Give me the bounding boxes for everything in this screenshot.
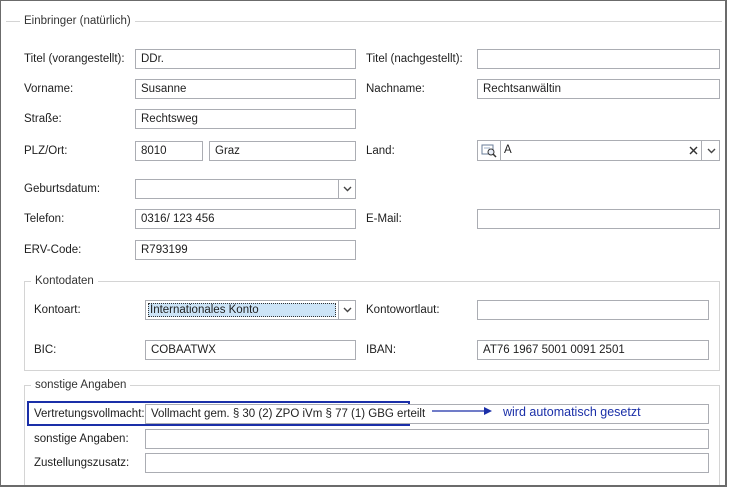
kontoart-label: Kontoart:: [34, 304, 81, 316]
land-value: A: [504, 144, 512, 156]
telefon-label: Telefon:: [24, 213, 65, 225]
iban-label: IBAN:: [366, 344, 397, 356]
clear-icon[interactable]: [685, 141, 701, 160]
plz-ort-label: PLZ/Ort:: [24, 145, 68, 157]
titel-nach-input[interactable]: [477, 49, 720, 69]
vorname-input[interactable]: Susanne: [135, 79, 356, 99]
kontoart-select[interactable]: Internationales Konto: [145, 300, 356, 320]
email-label: E-Mail:: [366, 213, 402, 225]
telefon-input[interactable]: 0316/ 123 456: [135, 209, 356, 229]
sonstige-angaben-input[interactable]: [145, 429, 709, 449]
titel-vor-input[interactable]: DDr.: [135, 49, 356, 69]
vollmacht-value: Vollmacht gem. § 30 (2) ZPO iVm § 77 (1)…: [151, 408, 426, 420]
geburtsdatum-chevron-down-icon[interactable]: [338, 180, 355, 198]
ort-input[interactable]: Graz: [209, 141, 356, 161]
bic-label: BIC:: [34, 344, 57, 356]
titel-nach-label: Titel (nachgestellt):: [366, 53, 463, 65]
sonstige-angaben-label: sonstige Angaben:: [34, 433, 129, 445]
bic-input[interactable]: COBAATWX: [145, 340, 356, 360]
email-input[interactable]: [477, 209, 720, 229]
kontodaten-group-title: Kontodaten: [31, 274, 98, 288]
nachname-label: Nachname:: [366, 83, 425, 95]
strasse-input[interactable]: Rechtsweg: [135, 109, 356, 129]
geburtsdatum-label: Geburtsdatum:: [24, 183, 101, 195]
strasse-label: Straße:: [24, 113, 62, 125]
land-chevron-down-icon[interactable]: [701, 141, 719, 160]
kontowortlaut-input[interactable]: [477, 300, 709, 320]
nachname-input[interactable]: Rechtsanwältin: [477, 79, 720, 99]
einbringer-group-title: Einbringer (natürlich): [20, 14, 135, 28]
kontowortlaut-label: Kontowortlaut:: [366, 304, 440, 316]
land-label: Land:: [366, 145, 395, 157]
vorname-label: Vorname:: [24, 83, 74, 95]
lookup-icon[interactable]: [478, 141, 501, 160]
kontoart-chevron-down-icon[interactable]: [338, 301, 355, 319]
zustellungszusatz-input[interactable]: [145, 453, 709, 473]
erv-label: ERV-Code:: [24, 244, 82, 256]
land-combo[interactable]: A: [477, 140, 720, 161]
sonstige-group-title: sonstige Angaben: [31, 378, 131, 392]
titel-vor-label: Titel (vorangestellt):: [24, 53, 125, 65]
arrow-right-icon: [432, 407, 492, 415]
erv-input[interactable]: R793199: [135, 240, 356, 260]
zustellungszusatz-label: Zustellungszusatz:: [34, 457, 130, 469]
kontoart-value: Internationales Konto: [148, 303, 336, 317]
vollmacht-label: Vertretungsvollmacht:: [34, 408, 145, 420]
plz-input[interactable]: 8010: [135, 141, 203, 161]
iban-input[interactable]: AT76 1967 5001 0091 2501: [477, 340, 709, 360]
annotation-text: wird automatisch gesetzt: [503, 405, 641, 419]
geburtsdatum-combo[interactable]: [135, 179, 356, 199]
